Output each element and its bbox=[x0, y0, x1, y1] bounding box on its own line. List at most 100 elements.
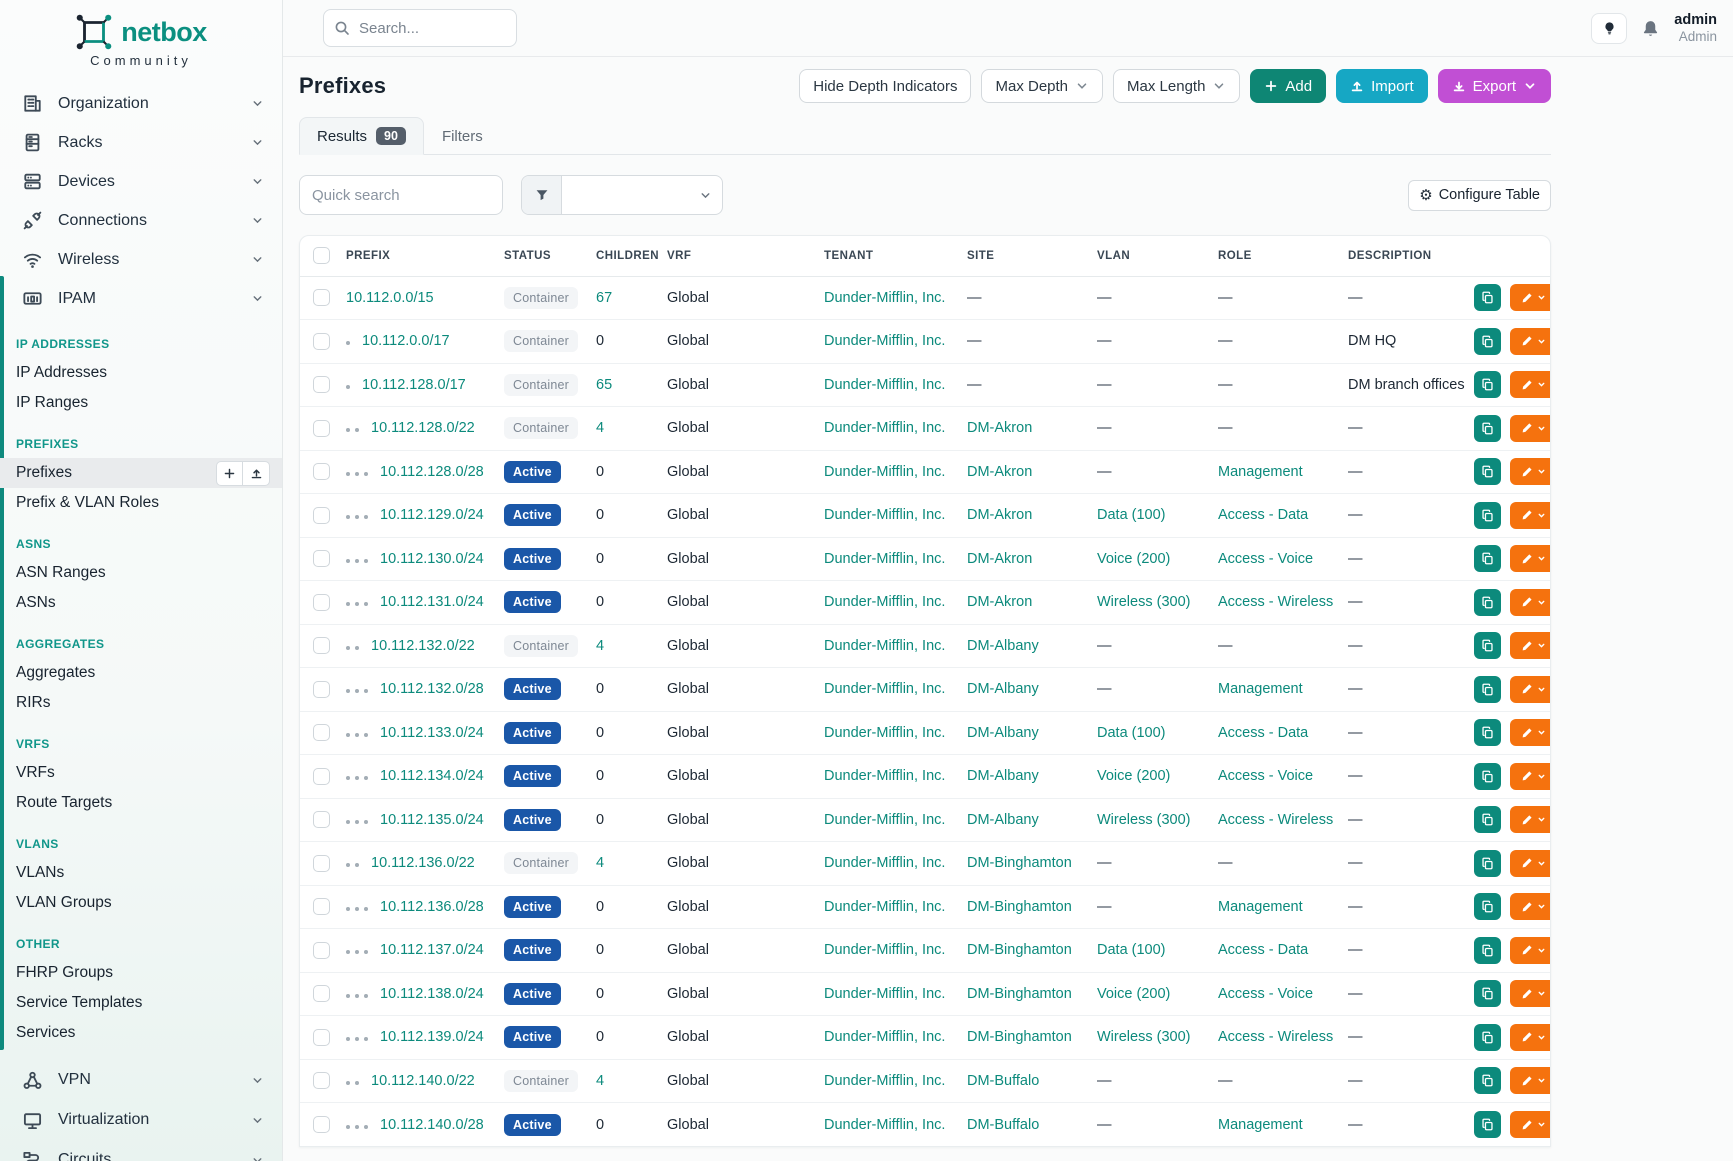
prefix-link[interactable]: 10.112.132.0/28 bbox=[380, 681, 484, 697]
prefix-link[interactable]: 10.112.133.0/24 bbox=[380, 725, 484, 741]
site-link[interactable]: DM-Akron bbox=[967, 551, 1032, 567]
clone-prefix-button[interactable] bbox=[1474, 284, 1501, 311]
column-header-role[interactable]: ROLE bbox=[1214, 236, 1344, 276]
vlan-link[interactable]: Voice (200) bbox=[1097, 768, 1170, 784]
sidebar-item-services[interactable]: Services bbox=[0, 1018, 282, 1048]
children-count-link[interactable]: 4 bbox=[596, 855, 604, 871]
column-header-status[interactable]: STATUS bbox=[500, 236, 592, 276]
sidebar-item-vlans[interactable]: VLANs bbox=[0, 858, 282, 888]
site-link[interactable]: DM-Akron bbox=[967, 420, 1032, 436]
role-link[interactable]: Access - Voice bbox=[1218, 551, 1313, 567]
row-checkbox[interactable] bbox=[313, 855, 330, 872]
sidebar-item-aggregates[interactable]: Aggregates bbox=[0, 658, 282, 688]
theme-toggle-button[interactable] bbox=[1591, 13, 1627, 44]
role-link[interactable]: Access - Voice bbox=[1218, 768, 1313, 784]
sidebar-item-ip-addresses[interactable]: IP Addresses bbox=[0, 358, 282, 388]
site-link[interactable]: DM-Binghamton bbox=[967, 942, 1072, 958]
import-button[interactable]: Import bbox=[1336, 69, 1428, 103]
role-link[interactable]: Management bbox=[1218, 1117, 1303, 1133]
filter-button[interactable] bbox=[522, 176, 562, 214]
prefix-link[interactable]: 10.112.135.0/24 bbox=[380, 812, 484, 828]
tab-filters[interactable]: Filters bbox=[424, 117, 501, 155]
site-link[interactable]: DM-Albany bbox=[967, 638, 1039, 654]
vlan-link[interactable]: Wireless (300) bbox=[1097, 812, 1190, 828]
clone-prefix-button[interactable] bbox=[1474, 763, 1501, 790]
tenant-link[interactable]: Dunder-Mifflin, Inc. bbox=[824, 1029, 945, 1045]
role-link[interactable]: Management bbox=[1218, 681, 1303, 697]
role-link[interactable]: Management bbox=[1218, 899, 1303, 915]
row-checkbox[interactable] bbox=[313, 289, 330, 306]
row-checkbox[interactable] bbox=[313, 594, 330, 611]
sidebar-item-vpn[interactable]: VPN bbox=[0, 1060, 282, 1100]
vlan-link[interactable]: Wireless (300) bbox=[1097, 594, 1190, 610]
row-checkbox[interactable] bbox=[313, 724, 330, 741]
tenant-link[interactable]: Dunder-Mifflin, Inc. bbox=[824, 812, 945, 828]
prefix-link[interactable]: 10.112.0.0/17 bbox=[362, 333, 450, 349]
column-header-children[interactable]: CHILDREN bbox=[592, 236, 663, 276]
tenant-link[interactable]: Dunder-Mifflin, Inc. bbox=[824, 986, 945, 1002]
netbox-logo[interactable]: netbox bbox=[0, 0, 282, 51]
clone-prefix-button[interactable] bbox=[1474, 676, 1501, 703]
prefix-link[interactable]: 10.112.131.0/24 bbox=[380, 594, 484, 610]
role-link[interactable]: Management bbox=[1218, 464, 1303, 480]
edit-prefix-button[interactable] bbox=[1510, 328, 1551, 355]
edit-prefix-button[interactable] bbox=[1510, 719, 1551, 746]
vlan-link[interactable]: Data (100) bbox=[1097, 507, 1166, 523]
clone-prefix-button[interactable] bbox=[1474, 850, 1501, 877]
vlan-link[interactable]: Voice (200) bbox=[1097, 551, 1170, 567]
prefix-link[interactable]: 10.112.128.0/17 bbox=[362, 377, 466, 393]
prefix-link[interactable]: 10.112.137.0/24 bbox=[380, 942, 484, 958]
tenant-link[interactable]: Dunder-Mifflin, Inc. bbox=[824, 1073, 945, 1089]
clone-prefix-button[interactable] bbox=[1474, 589, 1501, 616]
prefix-link[interactable]: 10.112.129.0/24 bbox=[380, 507, 484, 523]
column-header-site[interactable]: SITE bbox=[963, 236, 1093, 276]
edit-prefix-button[interactable] bbox=[1510, 893, 1551, 920]
clone-prefix-button[interactable] bbox=[1474, 458, 1501, 485]
edit-prefix-button[interactable] bbox=[1510, 284, 1551, 311]
column-header-vrf[interactable]: VRF bbox=[663, 236, 820, 276]
edit-prefix-button[interactable] bbox=[1510, 545, 1551, 572]
role-link[interactable]: Access - Wireless bbox=[1218, 594, 1333, 610]
vlan-link[interactable]: Data (100) bbox=[1097, 942, 1166, 958]
site-link[interactable]: DM-Albany bbox=[967, 725, 1039, 741]
site-link[interactable]: DM-Akron bbox=[967, 464, 1032, 480]
row-checkbox[interactable] bbox=[313, 768, 330, 785]
sidebar-item-wireless[interactable]: Wireless bbox=[0, 240, 282, 279]
prefix-link[interactable]: 10.112.140.0/28 bbox=[380, 1117, 484, 1133]
sidebar-item-virtualization[interactable]: Virtualization bbox=[0, 1100, 282, 1140]
prefix-link[interactable]: 10.112.0.0/15 bbox=[346, 290, 434, 306]
row-checkbox[interactable] bbox=[313, 550, 330, 567]
sidebar-item-service-templates[interactable]: Service Templates bbox=[0, 988, 282, 1018]
clone-prefix-button[interactable] bbox=[1474, 1024, 1501, 1051]
sidebar-item-vrfs[interactable]: VRFs bbox=[0, 758, 282, 788]
role-link[interactable]: Access - Data bbox=[1218, 725, 1308, 741]
configure-table-button[interactable]: ⚙ Configure Table bbox=[1408, 180, 1551, 211]
row-checkbox[interactable] bbox=[313, 1116, 330, 1133]
prefix-link[interactable]: 10.112.140.0/22 bbox=[371, 1073, 475, 1089]
edit-prefix-button[interactable] bbox=[1510, 458, 1551, 485]
vlan-link[interactable]: Wireless (300) bbox=[1097, 1029, 1190, 1045]
row-checkbox[interactable] bbox=[313, 1072, 330, 1089]
tenant-link[interactable]: Dunder-Mifflin, Inc. bbox=[824, 333, 945, 349]
tenant-link[interactable]: Dunder-Mifflin, Inc. bbox=[824, 768, 945, 784]
hide-depth-indicators-button[interactable]: Hide Depth Indicators bbox=[799, 69, 971, 103]
site-link[interactable]: DM-Albany bbox=[967, 812, 1039, 828]
max-depth-dropdown[interactable]: Max Depth bbox=[981, 69, 1103, 103]
clone-prefix-button[interactable] bbox=[1474, 632, 1501, 659]
tenant-link[interactable]: Dunder-Mifflin, Inc. bbox=[824, 681, 945, 697]
tenant-link[interactable]: Dunder-Mifflin, Inc. bbox=[824, 1117, 945, 1133]
clone-prefix-button[interactable] bbox=[1474, 1067, 1501, 1094]
edit-prefix-button[interactable] bbox=[1510, 937, 1551, 964]
edit-prefix-button[interactable] bbox=[1510, 371, 1551, 398]
row-checkbox[interactable] bbox=[313, 376, 330, 393]
role-link[interactable]: Access - Data bbox=[1218, 507, 1308, 523]
import-prefixes-button[interactable] bbox=[243, 461, 270, 486]
site-link[interactable]: DM-Albany bbox=[967, 681, 1039, 697]
edit-prefix-button[interactable] bbox=[1510, 502, 1551, 529]
edit-prefix-button[interactable] bbox=[1510, 806, 1551, 833]
tab-results[interactable]: Results 90 bbox=[299, 117, 424, 155]
site-link[interactable]: DM-Buffalo bbox=[967, 1117, 1039, 1133]
row-checkbox[interactable] bbox=[313, 420, 330, 437]
clone-prefix-button[interactable] bbox=[1474, 980, 1501, 1007]
role-link[interactable]: Access - Wireless bbox=[1218, 1029, 1333, 1045]
